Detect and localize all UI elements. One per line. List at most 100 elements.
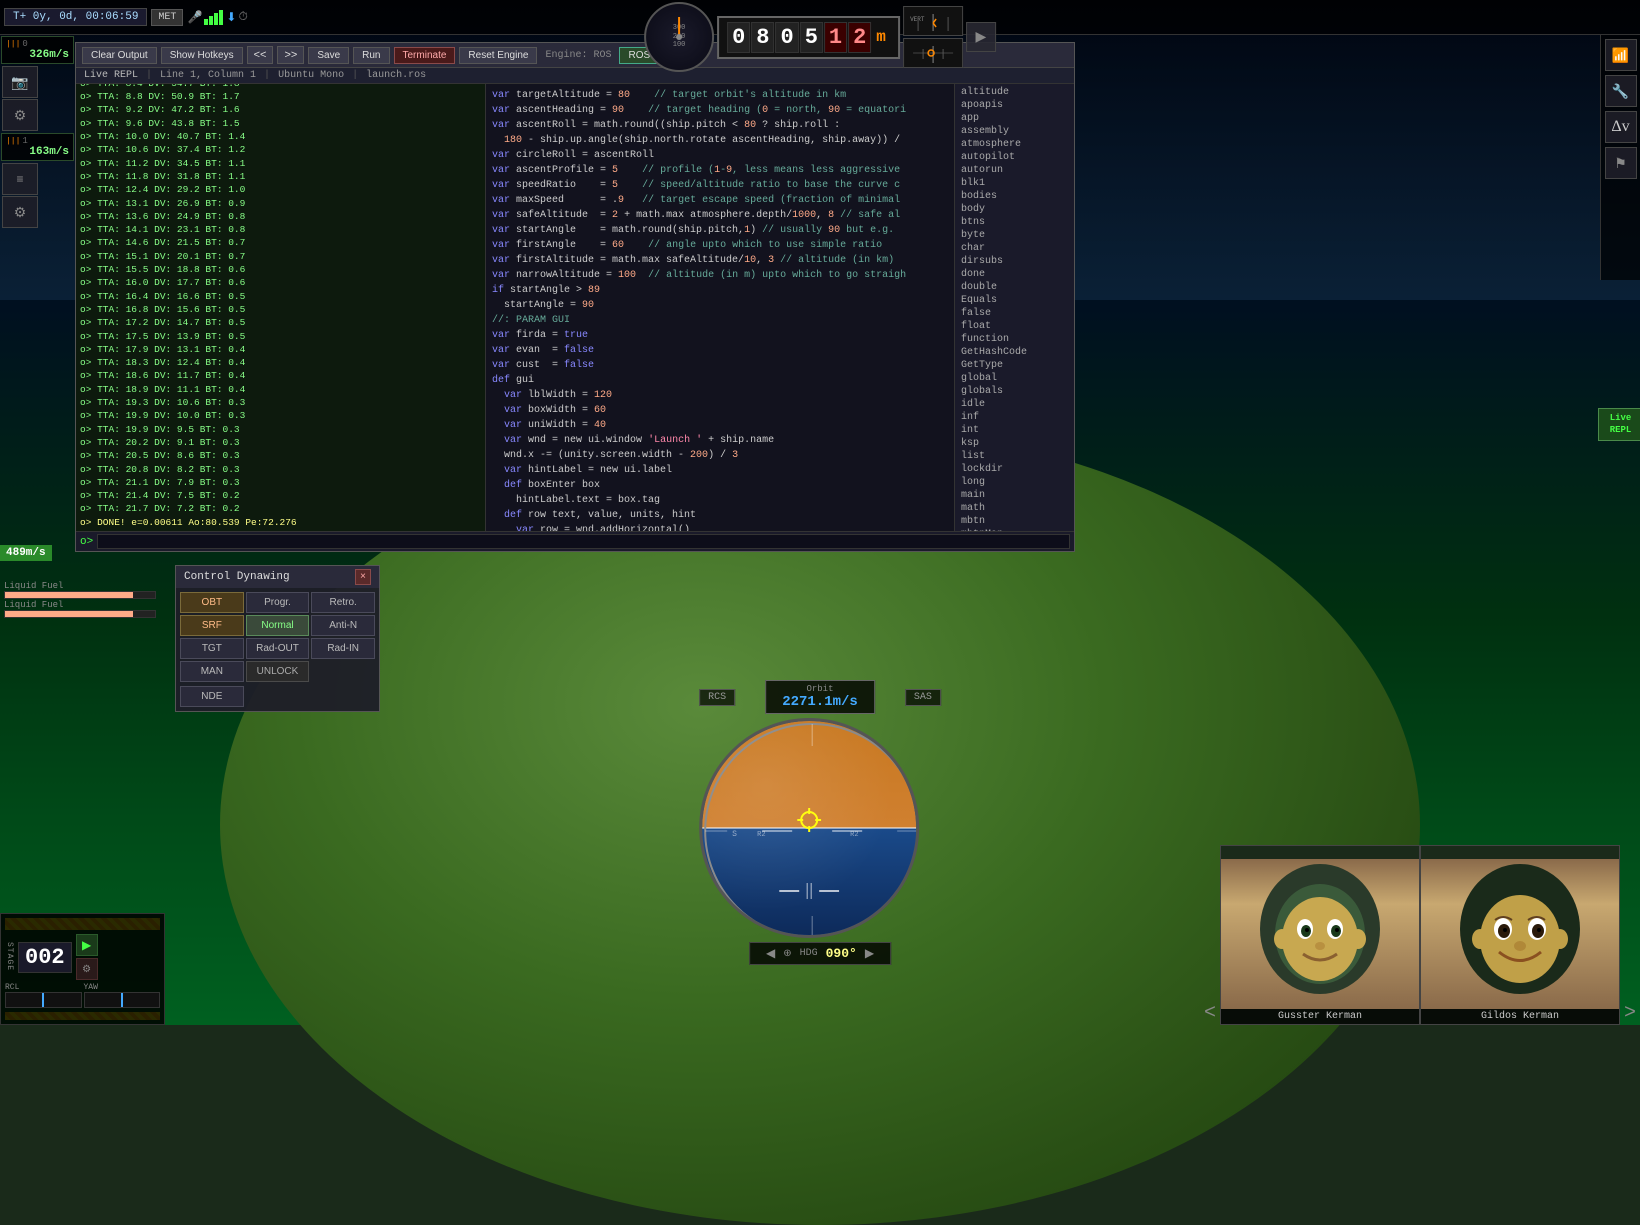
stage-speed: 489m/s [0,545,52,561]
console-line: o> TTA: 15.1 DV: 20.1 BT: 0.7 [80,250,481,263]
nav-right-btn[interactable]: >> [277,46,304,64]
autocomplete-item[interactable]: autorun [955,164,1074,177]
autocomplete-item[interactable]: double [955,281,1074,294]
repl-content: o> TTA: 7.5 DV: 67.6 BT: 2.3o> TTA: 7.8 … [76,84,1074,531]
retro-btn[interactable]: Retro. [311,592,375,613]
autocomplete-item[interactable]: globals [955,385,1074,398]
stage-display: STAGE 002 ▶ ⚙ [5,934,160,980]
svg-text:VERT: VERT [910,16,925,23]
autocomplete-item[interactable]: btns [955,216,1074,229]
console-output[interactable]: o> TTA: 7.5 DV: 67.6 BT: 2.3o> TTA: 7.8 … [76,84,486,531]
autocomplete-item[interactable]: body [955,203,1074,216]
rad-in-btn[interactable]: Rad-IN [311,638,375,659]
hazard-stripe-bottom [5,1012,160,1020]
cursor-pos: Line 1, Column 1 [160,70,256,81]
settings-btn[interactable]: ⚙ [2,196,38,228]
autocomplete-item[interactable]: float [955,320,1074,333]
reset-engine-btn[interactable]: Reset Engine [459,47,537,64]
crew-name-1: Gildos Kerman [1421,1009,1619,1024]
crew-name-0: Gusster Kerman [1221,1009,1419,1024]
autocomplete-item[interactable]: atmosphere [955,138,1074,151]
code-editor[interactable]: var targetAltitude = 80 // target orbit'… [486,84,954,531]
normal-btn[interactable]: Normal [246,615,310,636]
autocomplete-item[interactable]: math [955,502,1074,515]
autocomplete-item[interactable]: app [955,112,1074,125]
console-line: o> TTA: 12.4 DV: 29.2 BT: 1.0 [80,183,481,196]
autocomplete-panel[interactable]: altitudeapoapisappassemblyatmosphereauto… [954,84,1074,531]
hdg-value: 090° [826,946,857,961]
autocomplete-item[interactable]: global [955,372,1074,385]
autocomplete-item[interactable]: apoapis [955,99,1074,112]
repl-input-field[interactable] [97,534,1070,549]
delta-v-btn[interactable]: Δv [1605,111,1637,143]
tgt-btn[interactable]: TGT [180,638,244,659]
autocomplete-item[interactable]: dirsubs [955,255,1074,268]
map-btn[interactable]: ≡ [2,163,38,195]
autocomplete-item[interactable]: altitude [955,86,1074,99]
autocomplete-item[interactable]: byte [955,229,1074,242]
camera-btn[interactable]: 📷 [2,66,38,98]
stage-play-btn[interactable]: ▶ [76,934,98,956]
flag-btn[interactable]: ⚑ [1605,147,1637,179]
autocomplete-item[interactable]: char [955,242,1074,255]
mic-icon: 🎤 [187,10,202,25]
autocomplete-item[interactable]: GetType [955,359,1074,372]
hdg-left-btn[interactable]: ◀ [766,946,775,961]
wifi-btn[interactable]: 📶 [1605,39,1637,71]
autocomplete-item[interactable]: idle [955,398,1074,411]
vel1-icon: ||| [6,40,20,49]
obt-btn[interactable]: OBT [180,592,244,613]
autocomplete-item[interactable]: assembly [955,125,1074,138]
hud-nav-right[interactable]: ▶ [966,22,996,52]
stage-gear-btn[interactable]: ⚙ [76,958,98,980]
vert-dial: VERT [903,6,963,36]
crew-portrait-0: Gusster Kerman [1220,845,1420,1025]
man-btn[interactable]: MAN [180,661,244,682]
control-close-btn[interactable]: × [355,569,371,585]
clear-output-btn[interactable]: Clear Output [82,47,157,64]
console-line: o> TTA: 16.8 DV: 15.6 BT: 0.5 [80,303,481,316]
orbit-speed: 2271.1m/s [782,694,858,710]
unlock-btn[interactable]: UNLOCK [246,661,310,682]
autocomplete-item[interactable]: ksp [955,437,1074,450]
autocomplete-item[interactable]: function [955,333,1074,346]
autocomplete-item[interactable]: inf [955,411,1074,424]
autocomplete-item[interactable]: autopilot [955,151,1074,164]
autocomplete-item[interactable]: done [955,268,1074,281]
show-hotkeys-btn[interactable]: Show Hotkeys [161,47,243,64]
autocomplete-item[interactable]: main [955,489,1074,502]
code-line: var startAngle = math.round(ship.pitch,1… [492,223,948,238]
nav-left-btn[interactable]: << [247,46,274,64]
autocomplete-item[interactable]: list [955,450,1074,463]
autocomplete-item[interactable]: Equals [955,294,1074,307]
live-repl-badge[interactable]: LiveREPL [1598,408,1640,441]
tool-btn[interactable]: ⚙ [2,99,38,131]
console-line: o> TTA: 18.3 DV: 12.4 BT: 0.4 [80,356,481,369]
crew-face-0 [1221,859,1419,1009]
terminate-btn[interactable]: Terminate [394,47,456,64]
run-btn[interactable]: Run [353,47,389,64]
autocomplete-item[interactable]: GetHashCode [955,346,1074,359]
code-line: var ascentProfile = 5 // profile (1-9, l… [492,163,948,178]
hdg-right-btn[interactable]: ▶ [865,946,874,961]
nde-btn[interactable]: NDE [180,686,244,707]
autocomplete-item[interactable]: mbtn [955,515,1074,528]
autocomplete-item[interactable]: blk1 [955,177,1074,190]
console-line: o> TTA: 21.4 DV: 7.5 BT: 0.2 [80,489,481,502]
navball: S R2 R2 [699,718,919,938]
autocomplete-item[interactable]: false [955,307,1074,320]
sidebar-buttons-2: ≡ ⚙ [2,163,73,228]
autocomplete-item[interactable]: long [955,476,1074,489]
anti-n-btn[interactable]: Anti-N [311,615,375,636]
srf-btn[interactable]: SRF [180,615,244,636]
save-btn[interactable]: Save [308,47,349,64]
autocomplete-item[interactable]: lockdir [955,463,1074,476]
autocomplete-item[interactable]: bodies [955,190,1074,203]
progr-btn[interactable]: Progr. [246,592,310,613]
rad-out-btn[interactable]: Rad-OUT [246,638,310,659]
code-line: var lblWidth = 120 [492,388,948,403]
autocomplete-item[interactable]: int [955,424,1074,437]
portrait-nav-right[interactable]: > [1620,1002,1640,1025]
portrait-nav-left[interactable]: < [1200,1002,1220,1025]
wrench-btn[interactable]: 🔧 [1605,75,1637,107]
